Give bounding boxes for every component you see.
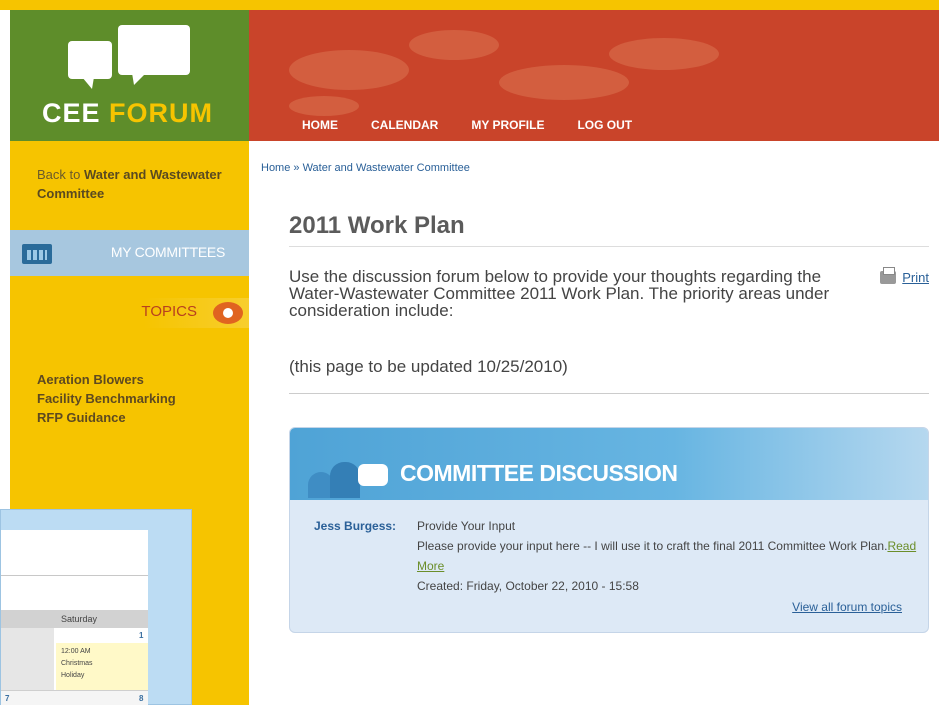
calendar-panel: Saturday 1 12:00 AM Christmas Holiday 7 … (1, 530, 148, 705)
speech-bubble-icon (68, 41, 112, 89)
calendar-day-number: 7 (5, 694, 10, 703)
nav-my-profile[interactable]: MY PROFILE (471, 118, 544, 132)
page-title: 2011 Work Plan (289, 212, 465, 239)
topic-aeration-blowers[interactable]: Aeration Blowers (37, 370, 176, 389)
topics-header: TOPICS (141, 298, 249, 328)
entry-body: Provide Your Input Please provide your i… (417, 516, 917, 596)
committee-discussion-panel: COMMITTEE DISCUSSION Jess Burgess: Provi… (289, 427, 929, 633)
fish-decoration (499, 65, 629, 100)
topics-label: TOPICS (141, 303, 197, 320)
site-header: HOME CALENDAR MY PROFILE LOG OUT (249, 10, 939, 141)
calendar-day-header: Saturday (1, 610, 148, 628)
fish-decoration (289, 96, 359, 116)
calendar-week-row (1, 690, 148, 705)
topic-list: Aeration Blowers Facility Benchmarking R… (37, 370, 176, 427)
speech-bubble-icon (358, 464, 388, 486)
discussion-heading: COMMITTEE DISCUSSION (400, 460, 678, 486)
topic-facility-benchmarking[interactable]: Facility Benchmarking (37, 389, 176, 408)
event-title-line1: Christmas (61, 660, 93, 667)
fish-decoration (409, 30, 499, 60)
committees-icon (22, 244, 52, 264)
speech-bubble-icon (118, 25, 190, 85)
print-link[interactable]: Print (880, 267, 929, 285)
logo-text: CEE FORUM (42, 98, 214, 128)
main-nav: HOME CALENDAR MY PROFILE LOG OUT (302, 118, 632, 132)
saturday-label: Saturday (61, 614, 98, 624)
divider (1, 575, 148, 576)
breadcrumb[interactable]: Home » Water and Wastewater Committee (261, 162, 470, 174)
calendar-day-number: 8 (139, 694, 144, 703)
calendar-overlay: Saturday 1 12:00 AM Christmas Holiday 7 … (0, 509, 192, 705)
calendar-cell (1, 628, 54, 690)
calendar-day-number: 1 (139, 631, 144, 640)
print-label: Print (902, 270, 929, 285)
back-link[interactable]: Back to Water and Wastewater Committee (37, 165, 247, 203)
update-note: (this page to be updated 10/25/2010) (289, 357, 568, 376)
main-content: Home » Water and Wastewater Committee 20… (249, 141, 939, 705)
fish-decoration (289, 50, 409, 90)
calendar-event[interactable]: 12:00 AM Christmas Holiday (56, 643, 148, 690)
cee-forum-logo[interactable]: CEE FORUM (10, 10, 249, 141)
nav-log-out[interactable]: LOG OUT (577, 118, 632, 132)
people-icon (308, 458, 388, 498)
divider (289, 393, 929, 394)
nav-calendar[interactable]: CALENDAR (371, 118, 438, 132)
entry-text: Please provide your input here -- I will… (417, 539, 917, 573)
fish-decoration (609, 38, 719, 70)
event-time: 12:00 AM (61, 648, 91, 655)
printer-icon (880, 267, 897, 284)
top-strip (0, 0, 939, 10)
topic-rfp-guidance[interactable]: RFP Guidance (37, 408, 176, 427)
divider (289, 246, 929, 247)
entry-created: Created: Friday, October 22, 2010 - 15:5… (417, 579, 639, 593)
person-shape (330, 462, 360, 498)
entry-subject[interactable]: Provide Your Input (417, 516, 917, 536)
eye-icon (213, 302, 243, 324)
intro-text: Use the discussion forum below to provid… (289, 267, 830, 320)
my-committees-label: MY COMMITTEES (110, 244, 225, 260)
event-title-line2: Holiday (61, 672, 85, 679)
discussion-header: COMMITTEE DISCUSSION (290, 428, 928, 500)
my-committees-button[interactable]: MY COMMITTEES (10, 230, 249, 276)
view-all-topics-link[interactable]: View all forum topics (792, 600, 902, 614)
entry-author: Jess Burgess: (314, 519, 397, 533)
nav-home[interactable]: HOME (302, 118, 338, 132)
